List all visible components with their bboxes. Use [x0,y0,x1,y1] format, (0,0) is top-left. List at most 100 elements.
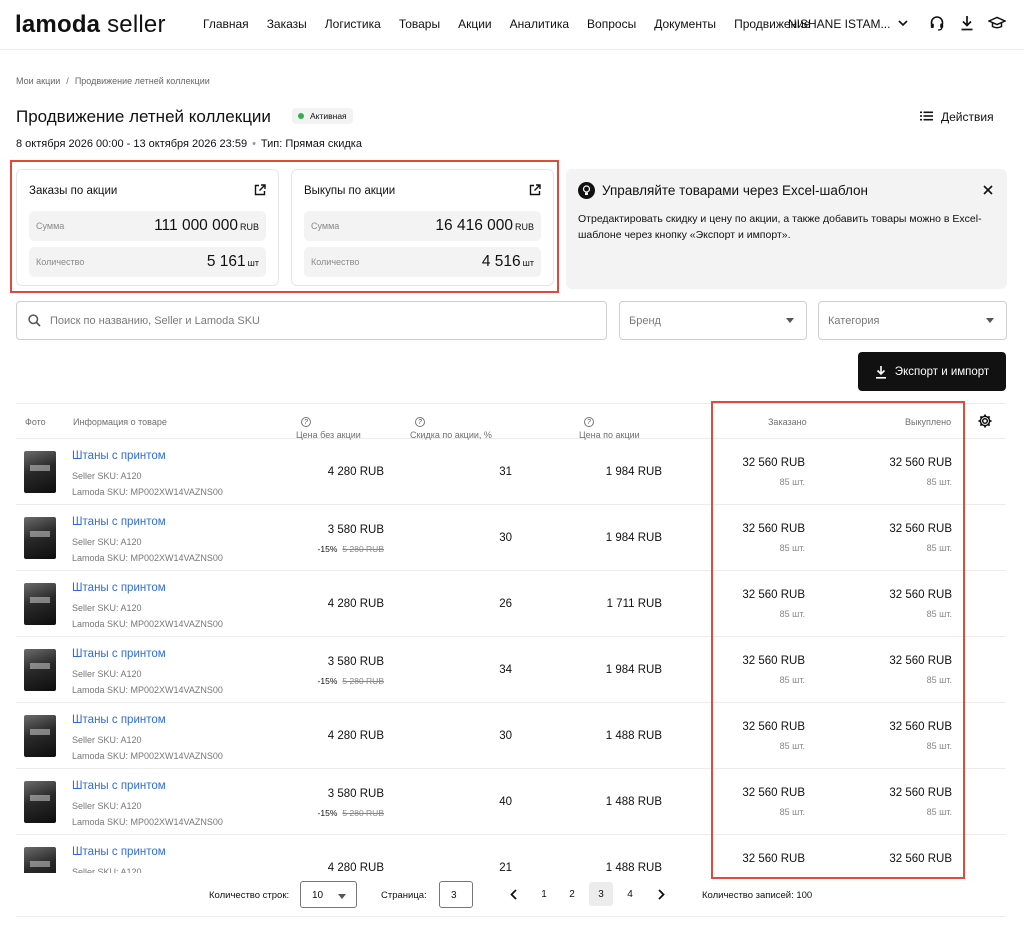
nav-item-documents[interactable]: Документы [654,17,716,31]
col-promo-price[interactable]: Цена по акции? [579,417,640,440]
info-text: Отредактировать скидку и цену по акции, … [578,213,982,241]
list-icon [920,110,933,124]
logo[interactable]: lamoda seller [15,11,166,39]
bought-amount: 32 560 RUB [889,457,952,469]
buyouts-qty-number: 4 516 [481,253,521,270]
table-row[interactable]: Штаны с принтомSeller SKU: A120Lamoda SK… [16,505,1006,571]
nav-item-home[interactable]: Главная [203,17,249,31]
brand-select[interactable]: Бренд [619,301,807,340]
promo-discount: 30 [499,532,512,544]
product-name-link[interactable]: Штаны с принтом [72,582,166,594]
search-input[interactable]: Поиск по названию, Seller и Lamoda SKU [16,301,607,340]
category-select[interactable]: Категория [818,301,1007,340]
caret-down-icon [338,894,346,899]
breadcrumb-current: Продвижение летней коллекции [74,76,210,86]
buyouts-sum-number: 16 416 000 [435,217,513,234]
product-thumbnail[interactable] [24,451,56,493]
brand-placeholder: Бренд [629,315,661,327]
bought-amount: 32 560 RUB [889,853,952,865]
external-link-icon[interactable] [254,183,266,201]
external-link-icon[interactable] [529,183,541,201]
nav-item-logistics[interactable]: Логистика [325,17,381,31]
lightbulb-icon [578,182,595,199]
product-thumbnail[interactable] [24,847,56,873]
buyouts-sum-value: 16 416 000 RUB [435,217,534,235]
product-name-link[interactable]: Штаны с принтом [72,516,166,528]
product-thumbnail[interactable] [24,517,56,559]
old-price-discount: -15% [317,544,338,554]
export-import-button[interactable]: Экспорт и импорт [858,352,1006,391]
ordered-qty: 85 шт. [779,477,805,487]
table-row[interactable]: Штаны с принтомSeller SKU: A120Lamoda SK… [16,439,1006,505]
table-row[interactable]: Штаны с принтомSeller SKU: A120Lamoda SK… [16,769,1006,835]
promo-period: 8 октября 2026 00:00 - 13 октября 2026 2… [16,138,248,150]
orders-qty-label: Количество [36,257,85,267]
col-price[interactable]: Цена без акции? [296,417,361,440]
orders-qty-row: Количество 5 161 шт [29,247,266,277]
help-icon[interactable]: ? [301,417,311,427]
help-icon[interactable]: ? [415,417,425,427]
table-row[interactable]: Штаны с принтомSeller SKU: A120Lamoda SK… [16,835,1006,873]
ordered-amount: 32 560 RUB [742,787,805,799]
product-thumbnail[interactable] [24,649,56,691]
search-placeholder: Поиск по названию, Seller и Lamoda SKU [50,315,261,327]
download-icon[interactable] [958,14,976,32]
next-page-icon[interactable] [649,882,673,906]
nav-item-analytics[interactable]: Аналитика [510,17,569,31]
product-name-link[interactable]: Штаны с принтом [72,648,166,660]
price-without-promo: 3 580 RUB [327,656,384,668]
nav-item-products[interactable]: Товары [399,17,440,31]
ordered-amount: 32 560 RUB [742,457,805,469]
bought-qty: 85 шт. [926,741,952,751]
orders-sum-value: 111 000 000 RUB [154,217,259,235]
download-icon [875,365,887,379]
help-icon[interactable]: ? [584,417,594,427]
ordered-amount: 32 560 RUB [742,721,805,733]
promo-price: 1 711 RUB [606,598,662,610]
product-name-link[interactable]: Штаны с принтом [72,846,166,858]
table-row[interactable]: Штаны с принтомSeller SKU: A120Lamoda SK… [16,637,1006,703]
table-row[interactable]: Штаны с принтомSeller SKU: A120Lamoda SK… [16,703,1006,769]
product-name-link[interactable]: Штаны с принтом [72,450,166,462]
col-discount[interactable]: Скидка по акции, %? [410,417,492,440]
page-4[interactable]: 4 [618,882,642,906]
close-icon[interactable] [983,182,993,198]
bought-qty: 85 шт. [926,609,952,619]
orders-sum-number: 111 000 000 [154,217,238,234]
ordered-qty: 85 шт. [779,609,805,619]
product-thumbnail[interactable] [24,781,56,823]
page-3[interactable]: 3 [589,882,613,906]
ordered-amount: 32 560 RUB [742,853,805,865]
headset-icon[interactable] [928,14,946,32]
product-name-link[interactable]: Штаны с принтом [72,780,166,792]
ordered-amount: 32 560 RUB [742,589,805,601]
gear-icon[interactable] [977,413,993,429]
ordered-qty: 85 шт. [779,543,805,553]
promo-price: 1 488 RUB [605,730,662,742]
product-thumbnail[interactable] [24,715,56,757]
promo-discount: 26 [499,598,512,610]
product-thumbnail[interactable] [24,583,56,625]
buyouts-qty-unit: шт [522,258,534,268]
seller-sku: Seller SKU: A120 [72,801,142,811]
prev-page-icon[interactable] [501,882,525,906]
nav-item-promotions[interactable]: Акции [458,17,492,31]
buyouts-sum-label: Сумма [311,221,340,231]
nav-item-questions[interactable]: Вопросы [587,17,636,31]
product-name-link[interactable]: Штаны с принтом [72,714,166,726]
table-row[interactable]: Штаны с принтомSeller SKU: A120Lamoda SK… [16,571,1006,637]
actions-button[interactable]: Действия [920,110,994,124]
promo-dates: 8 октября 2026 00:00 - 13 октября 2026 2… [16,138,362,150]
page-2[interactable]: 2 [560,882,584,906]
price-without-promo: 3 580 RUB [327,788,384,800]
rows-per-page-select[interactable]: 10 [300,881,357,908]
orders-sum-label: Сумма [36,221,65,231]
page-input[interactable]: 3 [439,881,473,908]
user-menu[interactable]: NISHANE ISTAM... [788,17,909,31]
seller-sku: Seller SKU: A120 [72,471,142,481]
graduation-cap-icon[interactable] [988,14,1006,32]
top-bar: lamoda seller Главная Заказы Логистика Т… [0,0,1024,50]
page-1[interactable]: 1 [532,882,556,906]
nav-item-orders[interactable]: Заказы [267,17,307,31]
breadcrumb-parent[interactable]: Мои акции [16,76,60,86]
